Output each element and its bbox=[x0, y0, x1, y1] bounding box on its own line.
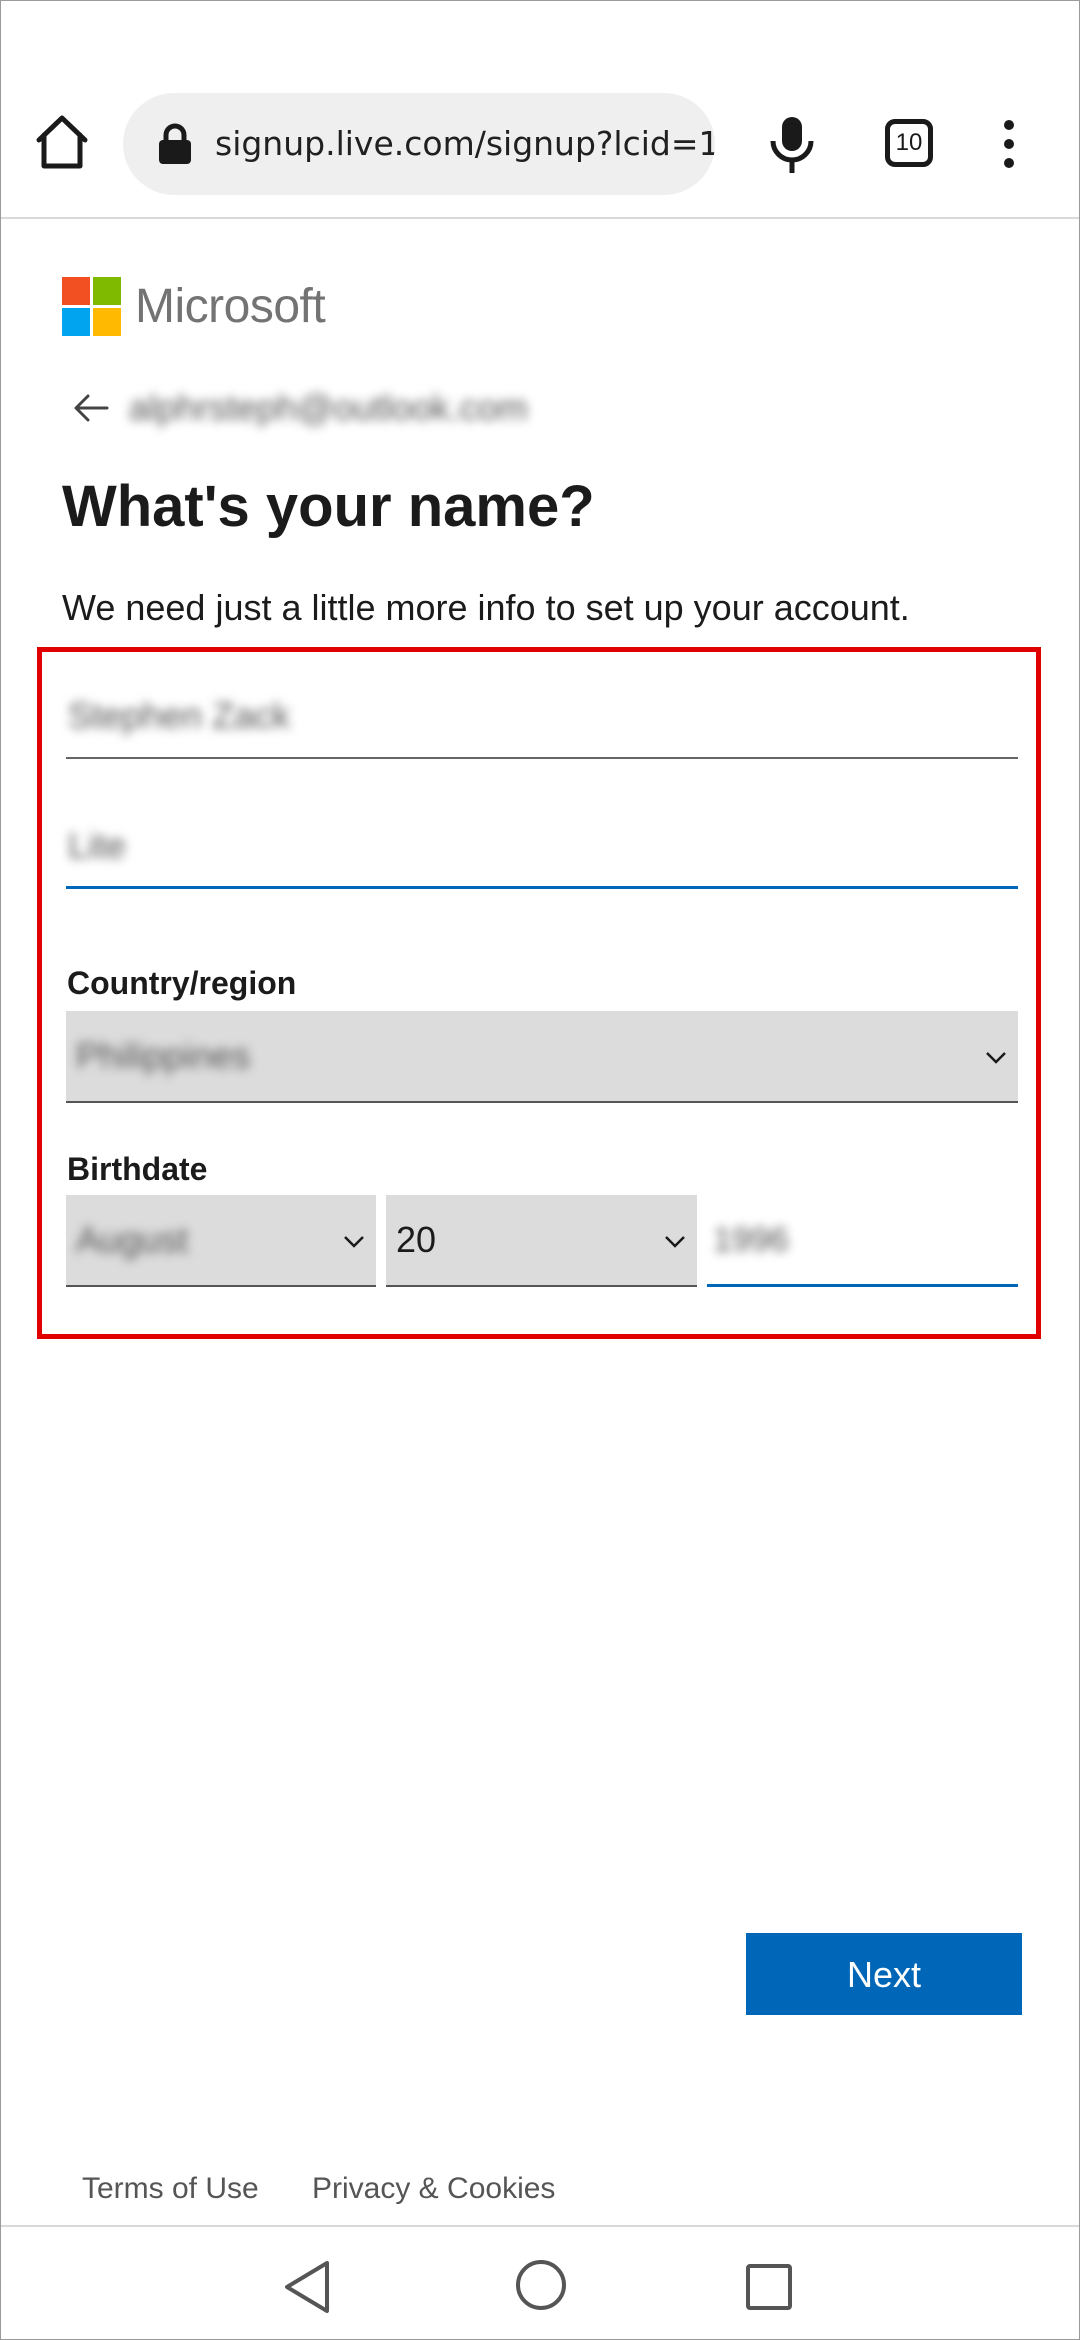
lock-icon bbox=[159, 123, 191, 164]
page-subtitle: We need just a little more info to set u… bbox=[62, 587, 910, 628]
terms-of-use-link[interactable]: Terms of Use bbox=[82, 2169, 259, 2209]
next-button[interactable]: Next bbox=[746, 1933, 1022, 2015]
url-text[interactable]: signup.live.com/signup?lcid=1033& bbox=[215, 121, 715, 167]
system-nav-bar bbox=[1, 2225, 1079, 2339]
brand-wordmark: Microsoft bbox=[135, 280, 326, 333]
nav-home-icon[interactable] bbox=[515, 2259, 567, 2311]
form-highlight-box bbox=[37, 647, 1041, 1339]
more-vertical-icon[interactable] bbox=[997, 119, 1021, 169]
account-email: alphrsteph@outlook.com bbox=[129, 387, 528, 428]
tab-switcher-icon[interactable]: 10 bbox=[885, 119, 933, 167]
screen: signup.live.com/signup?lcid=1033& 10 Mic… bbox=[0, 0, 1080, 2340]
back-arrow-icon[interactable] bbox=[73, 393, 109, 423]
home-icon[interactable] bbox=[33, 113, 91, 171]
address-bar[interactable]: signup.live.com/signup?lcid=1033& bbox=[123, 93, 715, 195]
browser-toolbar: signup.live.com/signup?lcid=1033& 10 bbox=[1, 1, 1079, 219]
microphone-icon[interactable] bbox=[767, 115, 817, 175]
page-title: What's your name? bbox=[62, 474, 595, 539]
nav-back-icon[interactable] bbox=[281, 2259, 333, 2315]
microsoft-logo-icon bbox=[62, 277, 121, 336]
privacy-cookies-link[interactable]: Privacy & Cookies bbox=[312, 2169, 555, 2209]
nav-recents-icon[interactable] bbox=[745, 2263, 793, 2311]
